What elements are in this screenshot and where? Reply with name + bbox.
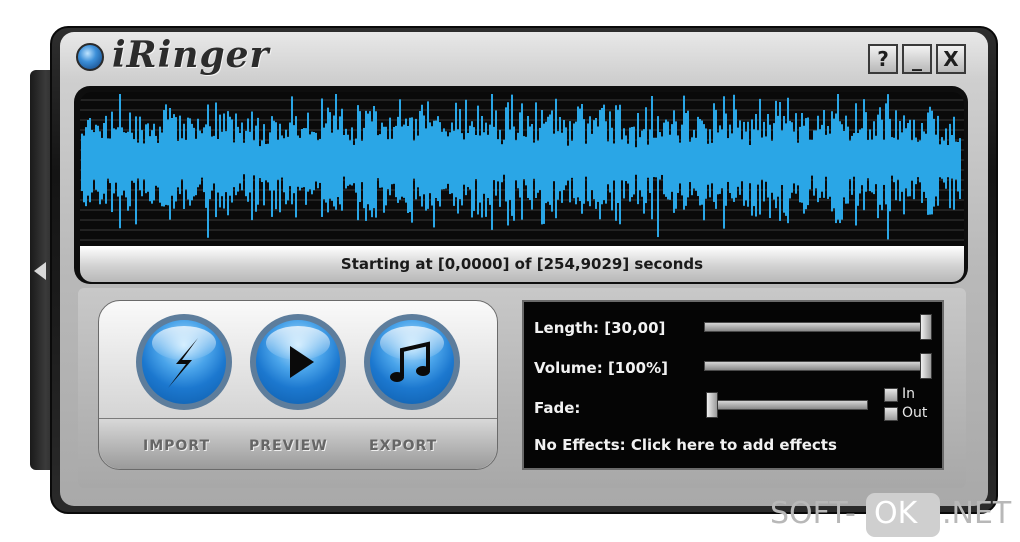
settings-panel: Length: [30,00] Volume: [100%] Fade: In … bbox=[522, 300, 944, 470]
fade-label: Fade: bbox=[534, 399, 581, 417]
fade-slider-thumb[interactable] bbox=[706, 392, 718, 418]
volume-slider-track[interactable] bbox=[704, 361, 932, 371]
export-button[interactable] bbox=[364, 314, 460, 410]
length-label: Length: [30,00] bbox=[534, 319, 666, 337]
fade-in-checkbox[interactable] bbox=[884, 388, 898, 402]
effects-link[interactable]: No Effects: Click here to add effects bbox=[534, 436, 837, 454]
watermark-right: .NET bbox=[942, 496, 1012, 531]
collapse-arrow-icon[interactable] bbox=[34, 262, 46, 280]
length-slider-track[interactable] bbox=[704, 322, 932, 332]
fade-slider-track[interactable] bbox=[706, 400, 868, 410]
watermark-left: SOFT- bbox=[770, 496, 856, 531]
volume-slider-thumb[interactable] bbox=[920, 353, 932, 379]
watermark-mid: OK bbox=[874, 496, 918, 531]
preview-button[interactable] bbox=[250, 314, 346, 410]
preview-label[interactable]: PREVIEW bbox=[249, 438, 328, 454]
import-button[interactable] bbox=[136, 314, 232, 410]
music-note-icon bbox=[390, 341, 430, 382]
minimize-button[interactable]: _ bbox=[902, 44, 932, 74]
close-button[interactable]: X bbox=[936, 44, 966, 74]
import-label[interactable]: IMPORT bbox=[143, 438, 210, 454]
length-slider-thumb[interactable] bbox=[920, 314, 932, 340]
export-label[interactable]: EXPORT bbox=[369, 438, 437, 454]
waveform-status-bar: Starting at [0,0000] of [254,9029] secon… bbox=[80, 246, 964, 282]
help-button[interactable]: ? bbox=[868, 44, 898, 74]
fade-in-label: In bbox=[902, 386, 916, 402]
playback-position-text: Starting at [0,0000] of [254,9029] secon… bbox=[340, 255, 704, 273]
fade-out-checkbox[interactable] bbox=[884, 407, 898, 421]
waveform-graph bbox=[80, 94, 964, 241]
volume-label: Volume: [100%] bbox=[534, 359, 668, 377]
play-icon bbox=[290, 346, 314, 378]
waveform-display[interactable] bbox=[80, 92, 964, 246]
app-logo-icon bbox=[76, 43, 104, 71]
fade-out-label: Out bbox=[902, 405, 928, 421]
app-title: iRinger bbox=[112, 34, 270, 76]
lightning-icon bbox=[168, 338, 198, 388]
